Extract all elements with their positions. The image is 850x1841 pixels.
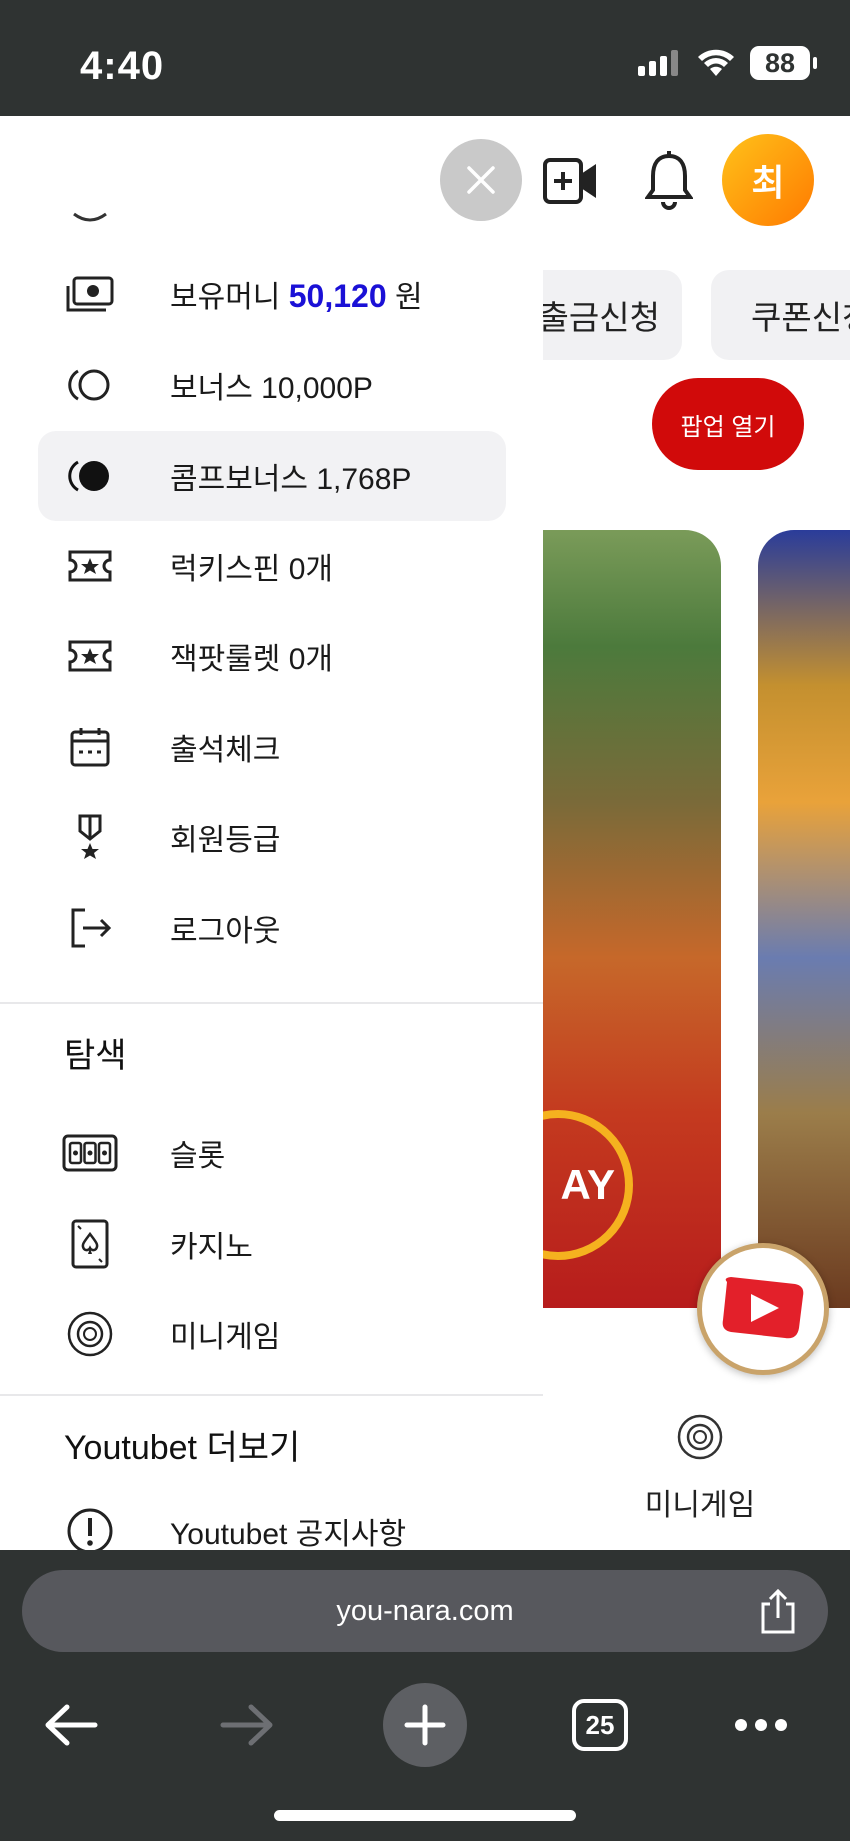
bonus-coin-icon (62, 357, 118, 413)
url-text: you-nara.com (336, 1594, 514, 1627)
game-banner-second[interactable] (758, 530, 850, 1308)
money-label: 보유머니 (170, 281, 281, 314)
menu-item-comp-bonus-label: 콤프보너스 1,768P (170, 463, 412, 496)
section-title-explore: 탐색 (64, 1037, 127, 1075)
menu-item-minigame[interactable]: 미니게임 (38, 1289, 506, 1379)
banner-badge: AY (543, 1110, 633, 1260)
exclamation-circle-icon (62, 1503, 118, 1550)
menu-item-lucky-spin-label: 럭키스핀 0개 (170, 553, 334, 586)
menu-item-member-grade[interactable]: 회원등급 (38, 792, 506, 882)
calendar-icon (62, 719, 118, 775)
wifi-icon (698, 49, 734, 76)
chip-icon (62, 1306, 118, 1362)
menu-item-logout[interactable]: 로그아웃 (38, 883, 506, 973)
menu-item-logout-label: 로그아웃 (170, 915, 281, 948)
share-icon[interactable] (758, 1588, 798, 1636)
avatar[interactable]: 최 (722, 134, 814, 226)
chip-icon (677, 1414, 723, 1460)
screen: 4:40 88 최 출금신청 쿠폰신청 팝업 열기 (0, 0, 850, 1841)
menu-item-jackpot-roulette[interactable]: 잭팟룰렛 0개 (38, 611, 506, 701)
money-value: 50,120 (288, 278, 387, 314)
divider (0, 1002, 543, 1004)
browser-toolbar: you-nara.com 25 (0, 1550, 850, 1841)
menu-item-casino[interactable]: 카지노 (38, 1199, 506, 1289)
menu-item-notice[interactable]: Youtubet 공지사항 (38, 1486, 506, 1550)
menu-item-bonus-label: 보너스 10,000P (170, 372, 373, 405)
plus-icon (404, 1704, 446, 1746)
menu-item-lucky-spin[interactable]: 럭키스핀 0개 (38, 521, 506, 611)
coupon-request-button[interactable]: 쿠폰신청 (711, 270, 850, 360)
play-icon (722, 1277, 804, 1339)
playing-card-icon (62, 1216, 118, 1272)
money-unit: 원 (394, 281, 423, 314)
menu-item-bonus[interactable]: 보너스 10,000P (38, 340, 506, 430)
bottom-tab-minigame-label: 미니게임 (644, 1489, 756, 1522)
open-popup-button[interactable]: 팝업 열기 (652, 378, 804, 470)
slot-machine-icon (62, 1125, 118, 1181)
tabs-count: 25 (572, 1699, 628, 1751)
menu-item-money[interactable]: 보유머니 50,120 원 (38, 249, 506, 339)
forward-button[interactable] (202, 1680, 292, 1770)
close-icon (467, 166, 495, 194)
menu-item-slot[interactable]: 슬롯 (38, 1108, 506, 1198)
bottom-tab-minigame[interactable]: 미니게임 (630, 1413, 770, 1524)
logout-icon (62, 900, 118, 956)
arrow-right-icon (220, 1704, 273, 1746)
address-bar[interactable]: you-nara.com (22, 1570, 828, 1652)
battery-icon: 88 (750, 46, 817, 80)
menu-item-attendance[interactable]: 출석체크 (38, 702, 506, 792)
divider (0, 1394, 543, 1396)
bell-icon[interactable] (645, 150, 693, 210)
section-title-more: Youtubet 더보기 (64, 1429, 301, 1467)
menu-item-jackpot-roulette-label: 잭팟룰렛 0개 (170, 643, 334, 676)
tabs-button[interactable]: 25 (555, 1680, 645, 1770)
status-time: 4:40 (80, 44, 165, 88)
menu-item-slot-label: 슬롯 (170, 1140, 226, 1173)
menu-item-comp-bonus[interactable]: 콤프보너스 1,768P (38, 431, 506, 521)
back-button[interactable] (26, 1680, 116, 1770)
add-video-icon[interactable] (542, 156, 600, 206)
side-drawer: 보유머니 50,120 원 보너스 10,000P 콤프보너스 1,768P 럭… (0, 116, 543, 1550)
money-icon (62, 266, 118, 322)
menu-item-attendance-label: 출석체크 (170, 734, 281, 767)
browser-nav: 25 (0, 1680, 850, 1780)
home-indicator (274, 1810, 576, 1821)
more-menu-button[interactable] (716, 1680, 806, 1770)
game-banner[interactable]: AY (543, 530, 721, 1308)
menu-item-member-grade-label: 회원등급 (170, 824, 281, 857)
comp-coin-icon (62, 448, 118, 504)
more-dots-icon (735, 1719, 787, 1731)
status-bar: 4:40 88 (0, 0, 850, 116)
cellular-signal-icon (638, 50, 678, 76)
menu-item-casino-label: 카지노 (170, 1231, 253, 1264)
new-tab-button[interactable] (383, 1683, 467, 1767)
arrow-left-icon (45, 1704, 98, 1746)
ticket-star-icon (62, 538, 118, 594)
partial-item-icon (73, 212, 107, 222)
menu-item-minigame-label: 미니게임 (170, 1321, 281, 1354)
menu-item-notice-label: Youtubet 공지사항 (170, 1518, 407, 1550)
ticket-star-icon (62, 628, 118, 684)
status-icons: 88 (638, 46, 817, 80)
close-drawer-button[interactable] (440, 139, 522, 221)
medal-icon (62, 809, 118, 865)
youtube-floating-button[interactable] (697, 1243, 829, 1375)
